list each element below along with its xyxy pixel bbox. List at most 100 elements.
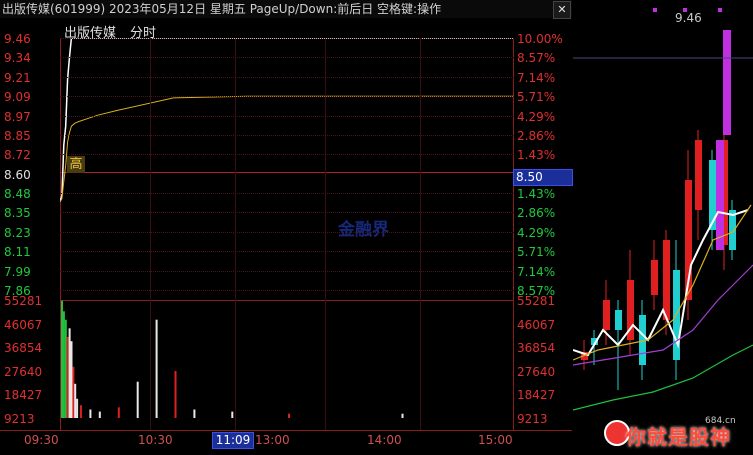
price-grid-line: [60, 212, 514, 214]
time-grid-line: [420, 38, 421, 430]
time-grid-line: [325, 38, 326, 430]
volume-bar: [76, 398, 79, 418]
kline-chart: [573, 8, 753, 411]
kline-panel[interactable]: [573, 0, 753, 455]
price-tick-label: 9.46: [4, 32, 31, 46]
pct-tick-label: 5.71%: [517, 245, 556, 260]
volume-bar: [98, 411, 101, 418]
pct-tick-label: 5.71%: [517, 90, 556, 105]
ma60-line: [573, 344, 753, 411]
price-grid-line: [60, 76, 514, 79]
volume-bar: [62, 311, 65, 418]
volume-tick-label: 9213: [517, 412, 548, 426]
price-grid-line: [60, 115, 514, 118]
pct-tick-label: 2.86%: [517, 206, 556, 221]
price-grid-line: [60, 231, 514, 234]
volume-tick-label: 46067: [4, 317, 43, 332]
price-tick-label: 8.85: [4, 128, 31, 143]
volume-bar: [68, 328, 71, 418]
time-label-1300: 13:00: [255, 433, 290, 447]
volume-bar: [136, 381, 139, 418]
volume-tick-label: 18427: [4, 388, 43, 403]
price-grid-line: [60, 193, 514, 195]
volume-bar: [401, 413, 404, 418]
volume-bar: [288, 413, 290, 418]
price-tick-label: 8.60: [4, 167, 31, 182]
signal-marker: [718, 8, 722, 12]
signal-marker: [653, 8, 657, 12]
price-grid-line: [60, 290, 514, 292]
average-line: [60, 95, 514, 203]
limit-up-candle: [716, 140, 724, 250]
candle-body: [615, 310, 622, 330]
time-label-0930: 09:30: [24, 433, 59, 447]
pct-tick-label: 7.14%: [517, 70, 556, 85]
price-grid-line: [60, 270, 514, 273]
price-tick-label: 8.23: [4, 225, 31, 240]
volume-bar: [74, 383, 77, 418]
time-grid-line: [235, 38, 236, 430]
brand-site: 684.cn: [705, 416, 736, 426]
pct-tick-label: 10.00%: [517, 32, 563, 46]
volume-bar: [231, 411, 234, 418]
pct-tick-label: 2.86%: [517, 128, 556, 143]
price-tick-label: 8.35: [4, 206, 31, 221]
price-tick-label: 7.99: [4, 264, 31, 279]
time-label-1500: 15:00: [478, 433, 513, 447]
volume-bar: [61, 300, 63, 418]
watermark: 金融界: [338, 220, 389, 240]
title-bar: 出版传媒(601999) 2023年05月12日 星期五 PageUp/Down…: [0, 0, 572, 18]
candle-body: [603, 300, 610, 330]
volume-bar: [66, 336, 69, 418]
kline-high-price: 9.46: [675, 11, 702, 25]
cursor-price-tag: 8.50: [513, 169, 573, 186]
volume-tick-label: 55281: [517, 294, 556, 308]
price-grid-line: [60, 154, 514, 156]
price-line: [60, 38, 514, 203]
close-button[interactable]: ✕: [553, 1, 571, 19]
pct-tick-label: 4.29%: [517, 109, 556, 124]
time-grid-line: [150, 38, 151, 430]
time-label-1030: 10:30: [138, 433, 173, 447]
bottom-divider: [0, 430, 572, 431]
stock-app: 出版传媒(601999) 2023年05月12日 星期五 PageUp/Down…: [0, 0, 753, 455]
limit-up-candle: [723, 30, 731, 135]
volume-bar: [193, 409, 196, 418]
volume-tick-label: 27640: [4, 364, 43, 379]
candle-body: [663, 240, 670, 320]
price-grid-line: [60, 57, 514, 59]
volume-bar: [155, 319, 158, 418]
candle-body: [651, 260, 658, 295]
volume-tick-label: 55281: [4, 294, 43, 308]
volume-tick-label: 27640: [517, 364, 556, 379]
pct-tick-label: 4.29%: [517, 225, 556, 240]
pct-tick-label: 7.14%: [517, 264, 556, 279]
price-tick-label: 8.97: [4, 109, 31, 124]
volume-bar: [79, 405, 82, 418]
volume-bar: [64, 319, 67, 418]
volume-tick-label: 9213: [4, 412, 35, 426]
pct-tick-label: 8.57%: [517, 51, 556, 66]
price-tick-label: 9.21: [4, 70, 31, 85]
volume-tick-label: 36854: [4, 341, 43, 356]
price-tick-label: 8.11: [4, 245, 31, 260]
volume-bar: [70, 341, 73, 418]
volume-tick-label: 46067: [517, 317, 556, 332]
volume-tick-label: 36854: [517, 341, 556, 356]
price-grid-line: [60, 251, 514, 253]
volume-bar: [174, 371, 177, 418]
price-tick-label: 9.34: [4, 51, 31, 66]
volume-bar: [72, 366, 75, 418]
price-grid-line: [60, 38, 514, 40]
volume-bar: [89, 409, 92, 418]
volume-bar: [117, 407, 120, 418]
pct-tick-label: 1.43%: [517, 187, 556, 202]
price-tick-label: 8.48: [4, 187, 31, 202]
price-grid-line: [60, 134, 514, 137]
cursor-time-tag: 11:09: [212, 432, 254, 449]
price-grid-line: [60, 96, 514, 98]
window-title: 出版传媒(601999) 2023年05月12日 星期五 PageUp/Down…: [2, 2, 442, 16]
high-marker: 高: [67, 156, 85, 173]
time-label-1400: 14:00: [367, 433, 402, 447]
price-tick-label: 9.09: [4, 90, 31, 105]
